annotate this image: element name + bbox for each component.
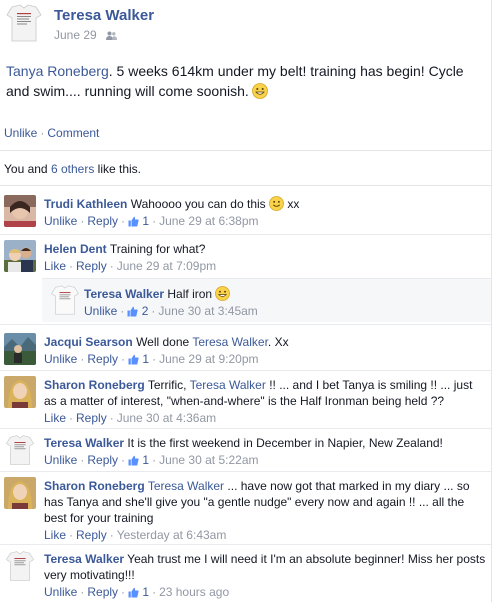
reply-link[interactable]: Reply (87, 214, 118, 228)
tagged-user-link[interactable]: Tanya Roneberg (6, 63, 109, 79)
comment-text: Wahoooo you can do this (130, 197, 266, 211)
divider (0, 185, 492, 186)
comment-time[interactable]: June 30 at 3:45am (158, 304, 257, 318)
thumbs-up-icon (128, 354, 139, 365)
commenter-avatar[interactable] (4, 434, 36, 466)
comment-text-tail: xx (284, 197, 300, 211)
divider (0, 234, 492, 235)
commenter-avatar[interactable] (4, 550, 36, 582)
thumbs-up-icon (128, 455, 139, 466)
thumbs-up-icon (127, 306, 138, 317)
reply-link[interactable]: Reply (87, 585, 118, 599)
comment-text: Well done (136, 335, 193, 349)
comment-text-tail: . Xx (267, 335, 289, 349)
reply-link[interactable]: Reply (76, 528, 107, 542)
comment-text: Half iron (167, 287, 213, 301)
commenter-name[interactable]: Trudi Kathleen (44, 197, 127, 211)
divider (0, 370, 492, 371)
comment-time[interactable]: Yesterday at 6:43am (117, 528, 227, 542)
comment-likes-link[interactable]: 1 (128, 453, 149, 467)
commenter-avatar[interactable] (4, 195, 36, 227)
commenter-avatar[interactable] (4, 376, 36, 408)
commenter-name[interactable]: Helen Dent (44, 242, 107, 256)
likes-summary: You and 6 others like this. (4, 162, 141, 176)
grin-emoji (251, 83, 268, 99)
commenter-name[interactable]: Teresa Walker (44, 552, 124, 566)
comment-time[interactable]: June 29 at 7:09pm (117, 259, 216, 273)
post-actions: Unlike · Comment (4, 126, 99, 140)
divider (0, 150, 492, 151)
divider (0, 471, 492, 472)
comment-time[interactable]: June 30 at 4:36am (117, 411, 216, 425)
likes-prefix: You and (4, 162, 51, 176)
like-comment-link[interactable]: Like (44, 528, 66, 542)
commenter-name[interactable]: Teresa Walker (84, 287, 164, 301)
post-meta: June 29 (54, 28, 118, 42)
post-text: Tanya Roneberg. 5 weeks 614km under my b… (6, 61, 482, 101)
post-date[interactable]: June 29 (54, 28, 97, 42)
grin-emoji (215, 286, 231, 301)
unlike-comment-link[interactable]: Unlike (44, 585, 77, 599)
unlike-post-link[interactable]: Unlike (4, 126, 37, 140)
reply-thread: Teresa Walker Half iron Unlike · 2 · June 3… (42, 278, 492, 322)
commenter-name[interactable]: Jacqui Searson (44, 335, 133, 349)
comment-likes-link[interactable]: 2 (127, 304, 148, 318)
comment-likes-link[interactable]: 1 (128, 214, 149, 228)
reply-link[interactable]: Reply (87, 453, 118, 467)
comment-meta: Like · Reply · June 30 at 4:36am (44, 411, 217, 425)
comment-meta: Unlike · Reply · 1 · June 30 at 5:22am (44, 453, 259, 467)
commenter-avatar[interactable] (4, 333, 36, 365)
reply-link[interactable]: Reply (76, 411, 107, 425)
mention-link[interactable]: Teresa Walker (192, 335, 268, 349)
commenter-avatar[interactable] (4, 477, 36, 509)
reply-link[interactable]: Reply (87, 352, 118, 366)
commenter-name[interactable]: Teresa Walker (44, 436, 124, 450)
comment-meta: Unlike · Reply · 1 · 23 hours ago (44, 585, 230, 599)
thumbs-up-icon (128, 216, 139, 227)
comment-meta: Like · Reply · Yesterday at 6:43am (44, 528, 227, 542)
mention-link[interactable]: Teresa Walker (190, 378, 266, 392)
smile-emoji (269, 196, 284, 211)
likes-others-link[interactable]: 6 others (51, 162, 94, 176)
mention-link[interactable]: Teresa Walker (148, 479, 224, 493)
author-name[interactable]: Teresa Walker (54, 7, 154, 24)
reply-link[interactable]: Reply (76, 259, 107, 273)
commenter-name[interactable]: Sharon Roneberg (44, 479, 145, 493)
likes-suffix: like this. (94, 162, 141, 176)
post-header: Teresa Walker June 29 (0, 0, 492, 54)
unlike-comment-link[interactable]: Unlike (44, 352, 77, 366)
commenter-name[interactable]: Sharon Roneberg (44, 378, 145, 392)
comment-likes-link[interactable]: 1 (128, 585, 149, 599)
comment-time[interactable]: 23 hours ago (159, 585, 229, 599)
comment-meta: Unlike · 2 · June 30 at 3:45am (84, 304, 258, 318)
thumbs-up-icon (128, 587, 139, 598)
comment-likes-link[interactable]: 1 (128, 352, 149, 366)
unlike-comment-link[interactable]: Unlike (84, 304, 117, 318)
comment-link[interactable]: Comment (47, 126, 99, 140)
author-avatar[interactable] (5, 3, 43, 43)
like-comment-link[interactable]: Like (44, 259, 66, 273)
comment-meta: Unlike · Reply · 1 · June 29 at 9:20pm (44, 352, 259, 366)
unlike-comment-link[interactable]: Unlike (44, 453, 77, 467)
divider (0, 428, 492, 429)
comment-text: Training for what? (109, 242, 206, 256)
comment-text: It is the first weekend in December in N… (127, 436, 443, 450)
friends-icon[interactable] (106, 31, 118, 41)
separator-dot: · (40, 126, 45, 140)
like-comment-link[interactable]: Like (44, 411, 66, 425)
comment-time[interactable]: June 29 at 6:38pm (159, 214, 258, 228)
comment-text: Terrific, (147, 378, 190, 392)
comment-time[interactable]: June 30 at 5:22am (159, 453, 258, 467)
comment-time[interactable]: June 29 at 9:20pm (159, 352, 258, 366)
divider (0, 544, 492, 545)
commenter-avatar[interactable] (4, 240, 36, 272)
comment-meta: Unlike · Reply · 1 · June 29 at 6:38pm (44, 214, 259, 228)
unlike-comment-link[interactable]: Unlike (44, 214, 77, 228)
comment-meta: Like · Reply · June 29 at 7:09pm (44, 259, 217, 273)
divider (0, 324, 492, 325)
commenter-avatar[interactable] (50, 284, 80, 316)
